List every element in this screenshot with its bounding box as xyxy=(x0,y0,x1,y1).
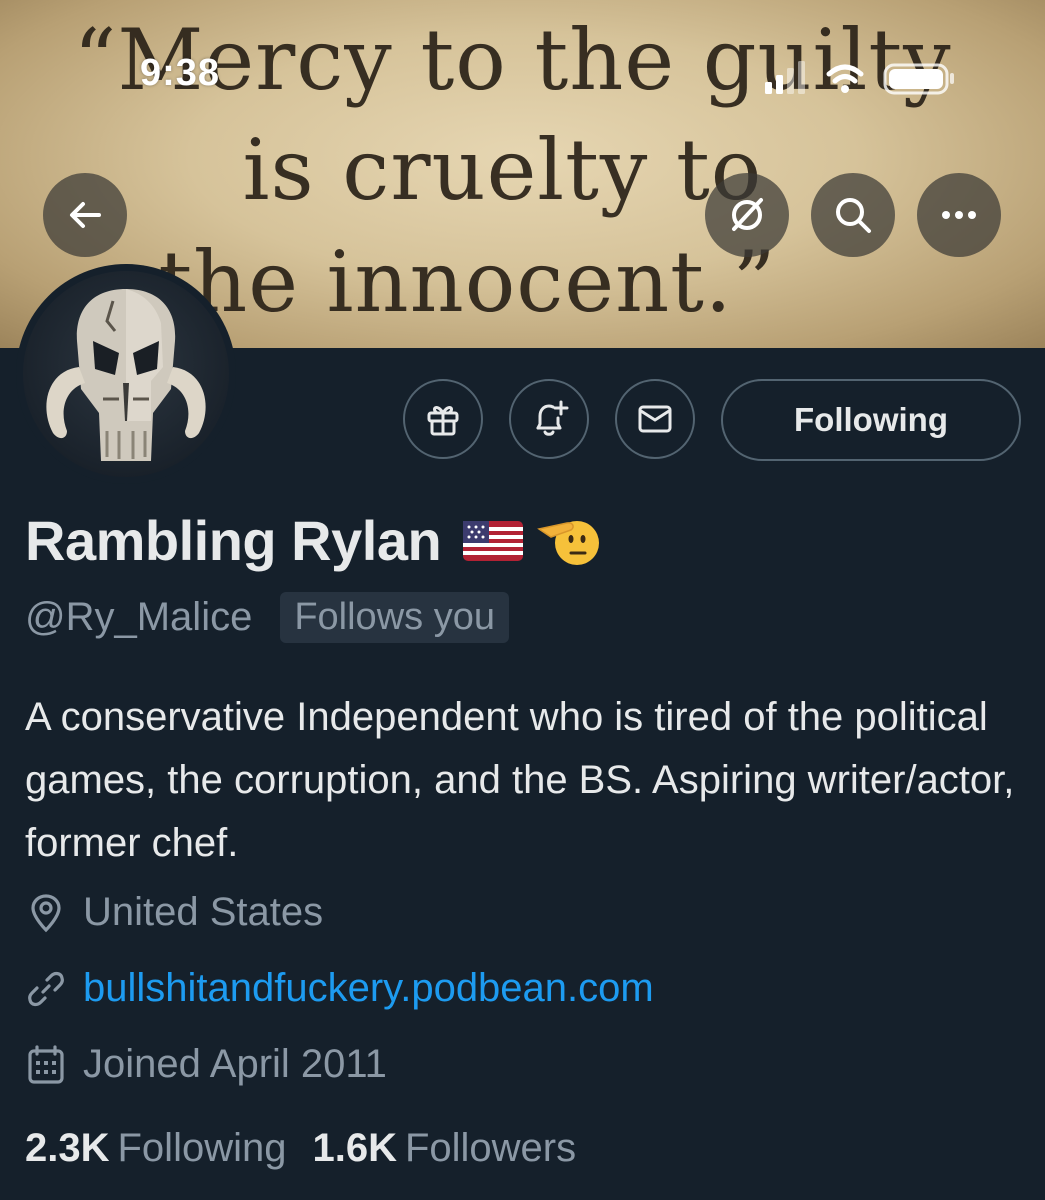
avatar[interactable] xyxy=(16,264,236,484)
user-handle: @Ry_Malice xyxy=(25,595,253,639)
salute-emoji xyxy=(537,515,603,567)
bell-plus-icon xyxy=(536,400,569,436)
us-flag-emoji xyxy=(463,520,524,561)
handle-row: @Ry_Malice Follows you xyxy=(25,592,509,643)
grok-button[interactable] xyxy=(705,173,789,257)
bio: A conservative Independent who is tired … xyxy=(25,695,1015,865)
back-button[interactable] xyxy=(43,173,127,257)
website-row: bullshitandfuckery.podbean.com xyxy=(25,966,654,1011)
status-time: 9:38 xyxy=(140,52,221,94)
notify-button[interactable] xyxy=(509,379,589,459)
more-icon xyxy=(942,211,976,219)
search-icon xyxy=(836,198,871,233)
location-row: United States xyxy=(25,890,323,935)
signal-wifi-battery-icon xyxy=(765,61,954,95)
mail-icon xyxy=(638,405,672,433)
following-button[interactable]: Following xyxy=(721,379,1021,461)
grok-icon xyxy=(732,198,763,231)
stats-row: 2.3K Following 1.6K Followers xyxy=(25,1126,602,1171)
status-icons xyxy=(765,60,965,96)
follows-you-badge: Follows you xyxy=(280,592,509,643)
followers-count: 1.6K xyxy=(312,1126,397,1170)
followers-stat-label: Followers xyxy=(404,1126,577,1170)
website-link[interactable]: bullshitandfuckery.podbean.com xyxy=(83,966,654,1011)
location-pin-icon xyxy=(31,893,61,932)
more-button[interactable] xyxy=(917,173,1001,257)
following-stat-label: Following xyxy=(117,1126,287,1170)
avatar-image xyxy=(23,271,229,477)
link-icon xyxy=(28,971,64,1006)
search-button[interactable] xyxy=(811,173,895,257)
following-stat[interactable]: 2.3K Following xyxy=(25,1126,286,1171)
followers-stat[interactable]: 1.6K Followers xyxy=(312,1126,576,1171)
location-text: United States xyxy=(83,890,324,934)
gift-icon xyxy=(427,406,459,436)
mandalorian-skull-image xyxy=(46,289,206,461)
back-arrow-icon xyxy=(70,202,101,228)
display-name: Rambling Rylan xyxy=(25,509,442,572)
name-row: Rambling Rylan xyxy=(25,508,603,573)
gift-button[interactable] xyxy=(403,379,483,459)
joined-text: Joined April 2011 xyxy=(83,1042,387,1086)
calendar-icon xyxy=(28,1044,64,1084)
joined-row: Joined April 2011 xyxy=(25,1042,387,1087)
following-count: 2.3K xyxy=(25,1126,110,1170)
message-button[interactable] xyxy=(615,379,695,459)
